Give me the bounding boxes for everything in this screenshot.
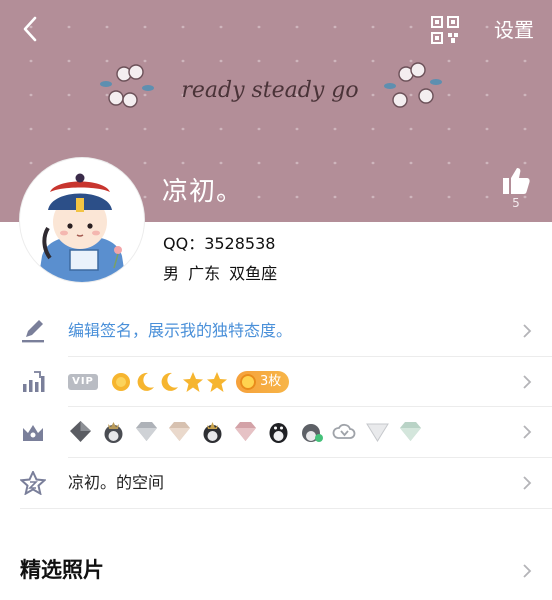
cloud-v-icon <box>332 423 356 439</box>
settings-button[interactable]: 设置 <box>494 16 534 44</box>
avatar-image <box>38 173 126 282</box>
gem-beige-icon <box>169 422 190 441</box>
gem-white-icon <box>366 423 389 442</box>
avatar[interactable] <box>20 158 144 282</box>
crown-icon <box>23 425 43 441</box>
penguin-green-icon <box>302 424 323 442</box>
chevron-right-icon <box>523 324 532 338</box>
space-label: 凉初。的空间 <box>68 473 165 492</box>
coin-icon <box>240 374 256 390</box>
profile-details: 男 广东 双鱼座 <box>163 264 278 283</box>
star-z-icon <box>20 471 46 495</box>
chevron-right-icon <box>523 476 532 490</box>
star-icon <box>183 372 203 392</box>
chevron-right-icon <box>523 425 532 439</box>
level-icons <box>110 371 228 393</box>
medal-icons <box>68 419 423 444</box>
gem-dark-icon <box>70 421 91 442</box>
profile-nickname: 凉初。 <box>162 177 244 207</box>
qr-code-icon[interactable] <box>431 16 459 44</box>
divider <box>20 508 552 509</box>
gem-mint-icon <box>400 422 421 441</box>
medals-row[interactable] <box>0 407 552 457</box>
moon-icon <box>137 372 154 391</box>
penguin-king-icon <box>203 422 222 443</box>
banner-text: ready steady go <box>181 78 358 103</box>
chevron-right-icon <box>523 564 532 578</box>
back-icon[interactable] <box>16 14 46 44</box>
level-chart-icon <box>23 371 45 392</box>
signature-prompt: 编辑签名，展示我的独特态度。 <box>68 321 293 340</box>
sun-icon <box>112 373 130 391</box>
banner-decoration: ready steady go <box>100 62 442 108</box>
gem-pink-icon <box>235 422 256 441</box>
moon-icon <box>161 372 178 391</box>
gem-silver-icon <box>136 422 157 441</box>
chevron-right-icon <box>523 375 532 389</box>
star-icon <box>207 372 227 392</box>
featured-photos-title: 精选照片 <box>20 558 104 582</box>
qq-number: QQ：3528538 <box>163 234 276 253</box>
pencil-icon <box>22 320 44 343</box>
vip-tag: VIP <box>68 374 98 390</box>
like-count: 5 <box>512 196 520 210</box>
space-row[interactable]: 凉初。的空间 <box>0 458 552 508</box>
thumbs-up-icon[interactable] <box>500 166 532 196</box>
penguin-crown-icon <box>104 422 123 443</box>
badge-text: 3枚 <box>260 374 282 389</box>
edit-signature-row[interactable]: 编辑签名，展示我的独特态度。 <box>0 306 552 356</box>
badge-count[interactable]: 3枚 <box>236 371 290 393</box>
vip-level-row[interactable]: VIP 3枚 <box>0 357 552 407</box>
penguin-black-icon <box>269 423 288 443</box>
